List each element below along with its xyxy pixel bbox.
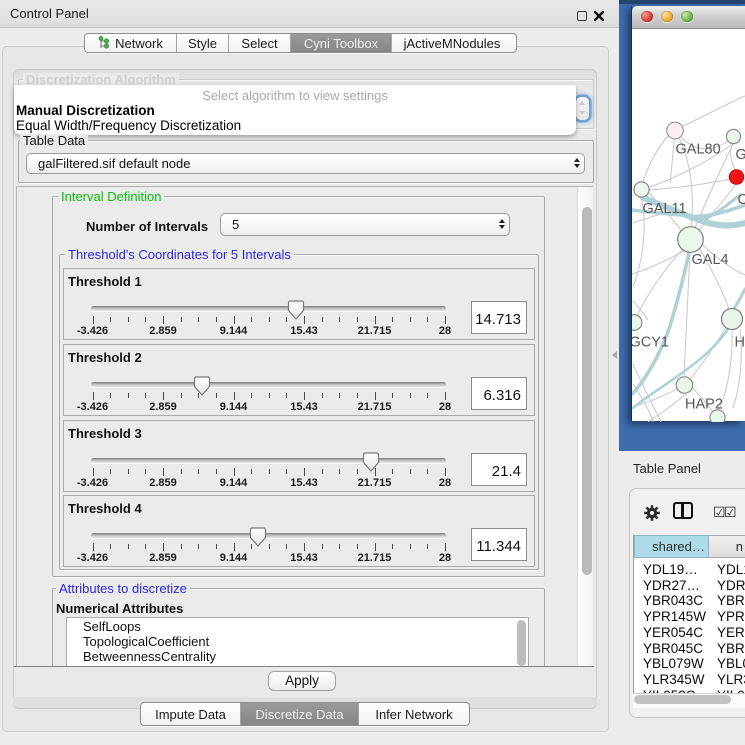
svg-text:C: C — [738, 192, 745, 208]
svg-text:GAL4: GAL4 — [692, 252, 729, 268]
svg-text:GAL80: GAL80 — [676, 142, 721, 158]
svg-text:GAL11: GAL11 — [643, 201, 687, 217]
svg-text:GCY1: GCY1 — [632, 335, 669, 351]
svg-text:HAP2: HAP2 — [685, 397, 723, 413]
svg-text:H: H — [735, 335, 745, 351]
svg-text:GA: GA — [736, 147, 745, 163]
